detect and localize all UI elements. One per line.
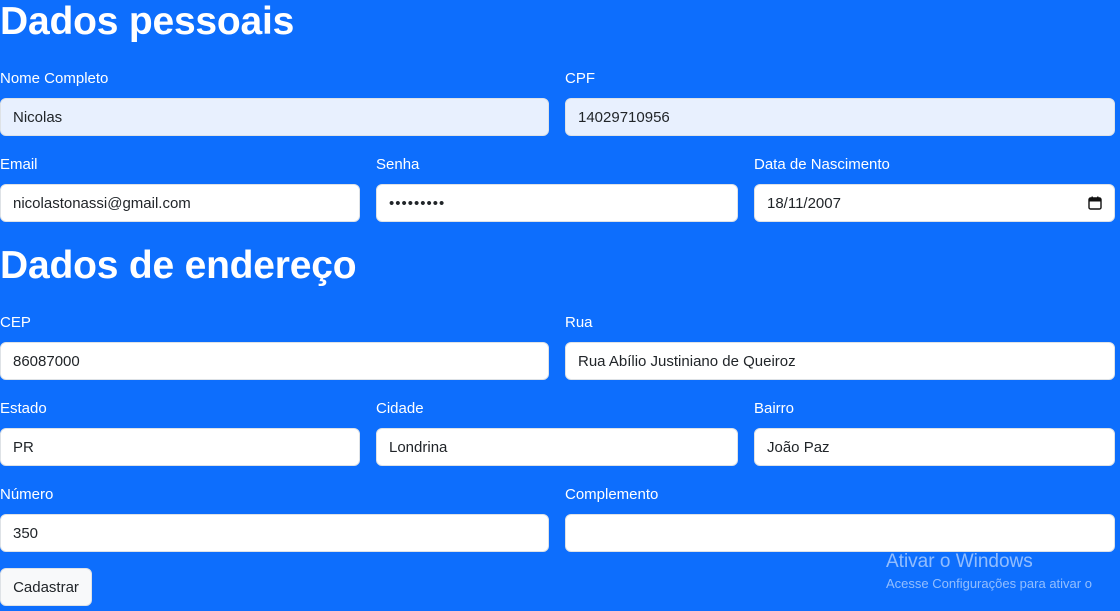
rua-input[interactable] <box>565 342 1115 380</box>
rua-label: Rua <box>565 314 593 331</box>
cpf-input[interactable] <box>565 98 1115 136</box>
cidade-input[interactable] <box>376 428 738 466</box>
estado-input[interactable] <box>0 428 360 466</box>
nascimento-label: Data de Nascimento <box>754 156 890 173</box>
numero-label: Número <box>0 486 54 503</box>
complemento-input[interactable] <box>565 514 1115 552</box>
nome-label: Nome Completo <box>0 70 109 87</box>
nascimento-input[interactable]: 18/11/2007 <box>754 184 1115 222</box>
complemento-label: Complemento <box>565 486 659 503</box>
cidade-label: Cidade <box>376 400 424 417</box>
nome-input[interactable] <box>0 98 549 136</box>
nascimento-value: 18/11/2007 <box>767 194 841 212</box>
address-section-title: Dados de endereço <box>0 244 357 287</box>
estado-label: Estado <box>0 400 47 417</box>
cpf-label: CPF <box>565 70 595 87</box>
email-input[interactable] <box>0 184 360 222</box>
cep-input[interactable] <box>0 342 549 380</box>
bairro-label: Bairro <box>754 400 795 417</box>
personal-section-title: Dados pessoais <box>0 0 295 43</box>
calendar-icon[interactable] <box>1088 196 1102 210</box>
cadastrar-button[interactable]: Cadastrar <box>0 568 92 606</box>
windows-activation-title: Ativar o Windows <box>886 551 1033 572</box>
cep-label: CEP <box>0 314 31 331</box>
senha-label: Senha <box>376 156 420 173</box>
senha-input[interactable] <box>376 184 738 222</box>
numero-input[interactable] <box>0 514 549 552</box>
email-label: Email <box>0 156 38 173</box>
windows-activation-subtitle: Acesse Configurações para ativar o <box>886 576 1092 591</box>
bairro-input[interactable] <box>754 428 1115 466</box>
